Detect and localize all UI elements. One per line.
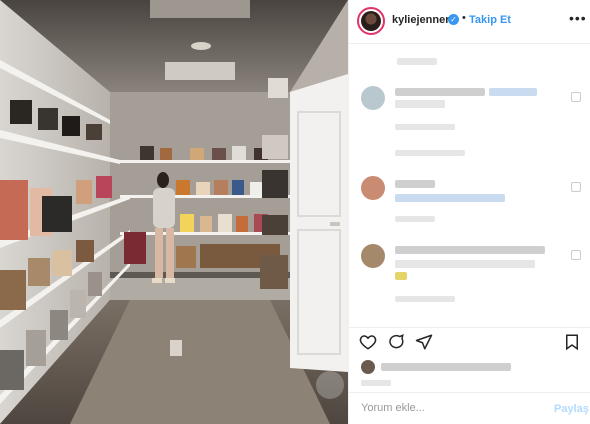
closet-photo bbox=[0, 0, 348, 424]
blurred-comment-meta bbox=[395, 216, 435, 222]
more-options-icon[interactable]: ••• bbox=[569, 10, 587, 26]
liked-by-avatar[interactable] bbox=[361, 360, 375, 374]
blurred-mention bbox=[489, 88, 537, 96]
comment-avatar[interactable] bbox=[361, 86, 385, 110]
avatar[interactable] bbox=[357, 7, 385, 35]
blurred-likes-text bbox=[381, 363, 511, 371]
blurred-comment-meta bbox=[395, 124, 455, 130]
heart-icon[interactable] bbox=[571, 92, 581, 102]
post-side-panel: kyliejenner ✓ • Takip Et ••• Yorum ekle.… bbox=[348, 0, 590, 424]
blurred-replies-toggle[interactable] bbox=[395, 150, 465, 156]
blurred-timestamp bbox=[361, 380, 391, 386]
add-comment-row: Paylaş bbox=[349, 392, 590, 424]
username-link[interactable]: kyliejenner bbox=[392, 14, 449, 26]
post-image[interactable] bbox=[0, 0, 348, 424]
blurred-comment-text bbox=[395, 260, 535, 268]
post-actions-bar bbox=[349, 327, 590, 357]
blurred-caption-meta bbox=[397, 58, 437, 65]
follow-button[interactable]: Takip Et bbox=[469, 14, 511, 26]
heart-icon[interactable] bbox=[571, 250, 581, 260]
comment-avatar[interactable] bbox=[361, 176, 385, 200]
bookmark-icon[interactable] bbox=[563, 333, 581, 351]
comment-input[interactable] bbox=[361, 402, 541, 414]
comment-icon[interactable] bbox=[387, 333, 405, 351]
blurred-comment-text bbox=[395, 100, 445, 108]
blurred-comment-text bbox=[395, 246, 545, 254]
share-icon[interactable] bbox=[415, 333, 433, 351]
comment-avatar[interactable] bbox=[361, 244, 385, 268]
blurred-comment-text bbox=[395, 180, 435, 188]
post-comment-button[interactable]: Paylaş bbox=[554, 403, 589, 415]
blurred-emoji bbox=[395, 272, 407, 280]
heart-icon[interactable] bbox=[359, 333, 377, 351]
post-header: kyliejenner ✓ • Takip Et ••• bbox=[349, 0, 590, 44]
blurred-comment-text bbox=[395, 88, 485, 96]
header-separator: • bbox=[462, 12, 466, 24]
verified-badge-icon: ✓ bbox=[448, 14, 459, 25]
heart-icon[interactable] bbox=[571, 182, 581, 192]
blurred-mention bbox=[395, 194, 505, 202]
blurred-comment-meta bbox=[395, 296, 455, 302]
